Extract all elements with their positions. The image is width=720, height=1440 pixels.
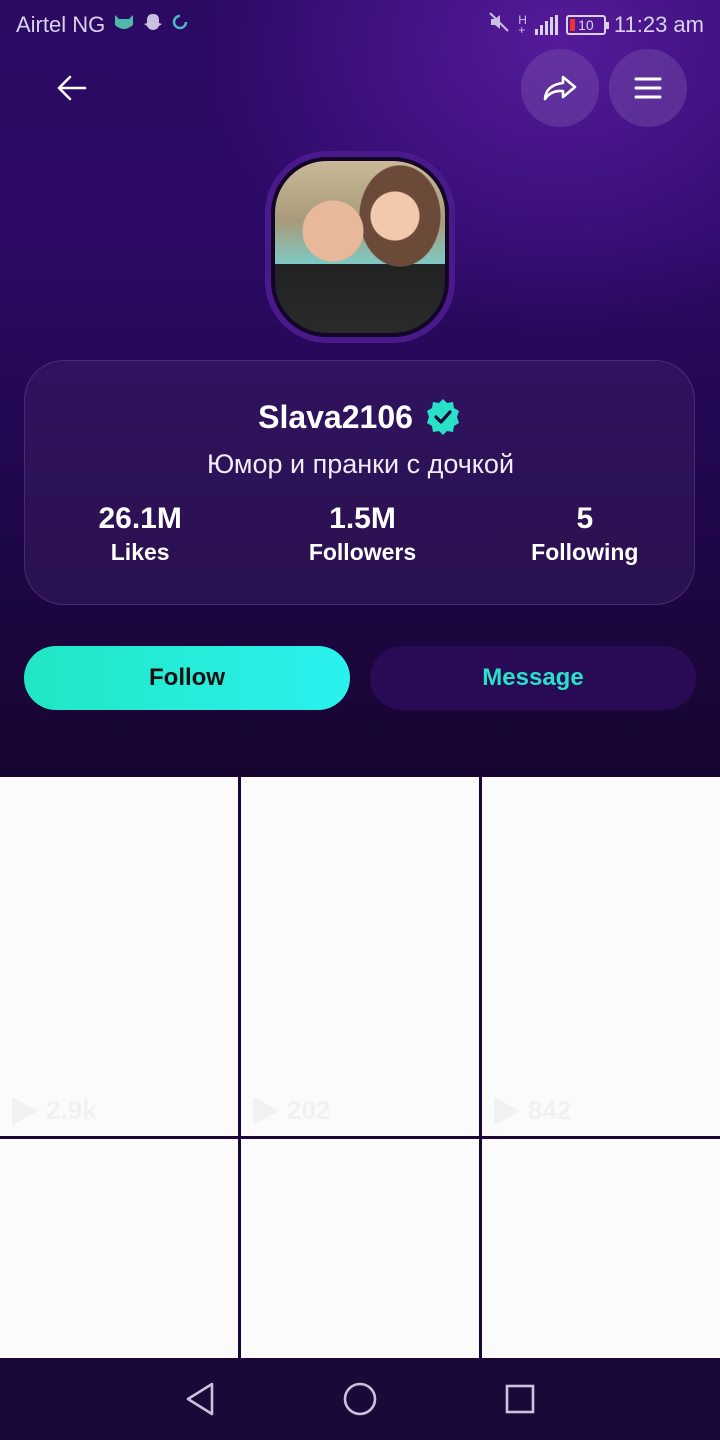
battery-level: 10 (578, 17, 594, 33)
signal-icon (534, 15, 558, 35)
view-count-value: 2.9k (46, 1095, 97, 1125)
circle-home-icon (343, 1382, 377, 1416)
verified-badge-icon (426, 399, 459, 435)
video-grid: 2.9k 202 842 (0, 777, 720, 1358)
stat-following[interactable]: 5 Following (474, 501, 696, 567)
nav-back-button[interactable] (177, 1376, 223, 1422)
video-thumbnail-1[interactable]: 2.9k (0, 777, 238, 1136)
video-thumbnail-6[interactable] (482, 1139, 720, 1358)
triangle-back-icon (186, 1382, 214, 1416)
share-button[interactable] (521, 49, 599, 127)
menu-button[interactable] (609, 49, 687, 127)
followers-count: 1.5M (329, 502, 396, 535)
stat-likes[interactable]: 26.1M Likes (29, 501, 251, 567)
following-count: 5 (576, 502, 594, 535)
username: Slava2106 (258, 398, 413, 435)
likes-label: Likes (110, 539, 170, 565)
following-label: Following (531, 539, 639, 565)
view-count: 2.9k (12, 1095, 97, 1126)
share-icon (543, 75, 577, 101)
sync-icon (171, 13, 189, 37)
nav-recents-button[interactable] (497, 1376, 543, 1422)
clock: 11:23 am (613, 12, 704, 37)
likes-count: 26.1M (98, 502, 182, 535)
profile-bio: Юмор и пранки с дочкой (206, 449, 515, 479)
status-bar: Airtel NG H + 10 11:23 am (0, 0, 720, 50)
system-nav-bar (0, 1358, 720, 1440)
profile-stats: 26.1M Likes 1.5M Followers 5 Following (25, 501, 696, 567)
network-type-icon: H + (518, 13, 527, 37)
profile-info-card: Slava2106 Юмор и пранки с дочкой 26.1M L… (24, 360, 695, 605)
video-thumbnail-3[interactable]: 842 (482, 777, 720, 1136)
video-thumbnail-5[interactable] (241, 1139, 479, 1358)
snapchat-icon (143, 12, 163, 38)
view-count-value: 202 (287, 1095, 331, 1125)
view-count: 202 (253, 1095, 330, 1126)
carrier-label: Airtel NG (16, 12, 106, 37)
message-button[interactable]: Message (370, 646, 696, 710)
video-thumbnail-4[interactable] (0, 1139, 238, 1358)
play-icon (12, 1096, 38, 1125)
video-thumbnail-2[interactable]: 202 (241, 777, 479, 1136)
avatar[interactable] (265, 151, 455, 343)
followers-label: Followers (308, 539, 417, 565)
play-icon (253, 1096, 279, 1125)
follow-button[interactable]: Follow (24, 646, 350, 710)
username-row: Slava2106 (25, 397, 696, 437)
cat-icon (113, 13, 135, 37)
view-count-value: 842 (528, 1095, 572, 1125)
battery-icon: 10 (565, 15, 609, 35)
view-count: 842 (494, 1095, 571, 1126)
stat-followers[interactable]: 1.5M Followers (251, 501, 473, 567)
hamburger-menu-icon (634, 77, 662, 99)
nav-home-button[interactable] (337, 1376, 383, 1422)
square-recents-icon (505, 1384, 535, 1414)
play-icon (494, 1096, 520, 1125)
mute-icon (488, 11, 510, 39)
avatar-photo (271, 157, 449, 337)
arrow-left-icon (57, 75, 87, 101)
back-button[interactable] (48, 66, 96, 110)
